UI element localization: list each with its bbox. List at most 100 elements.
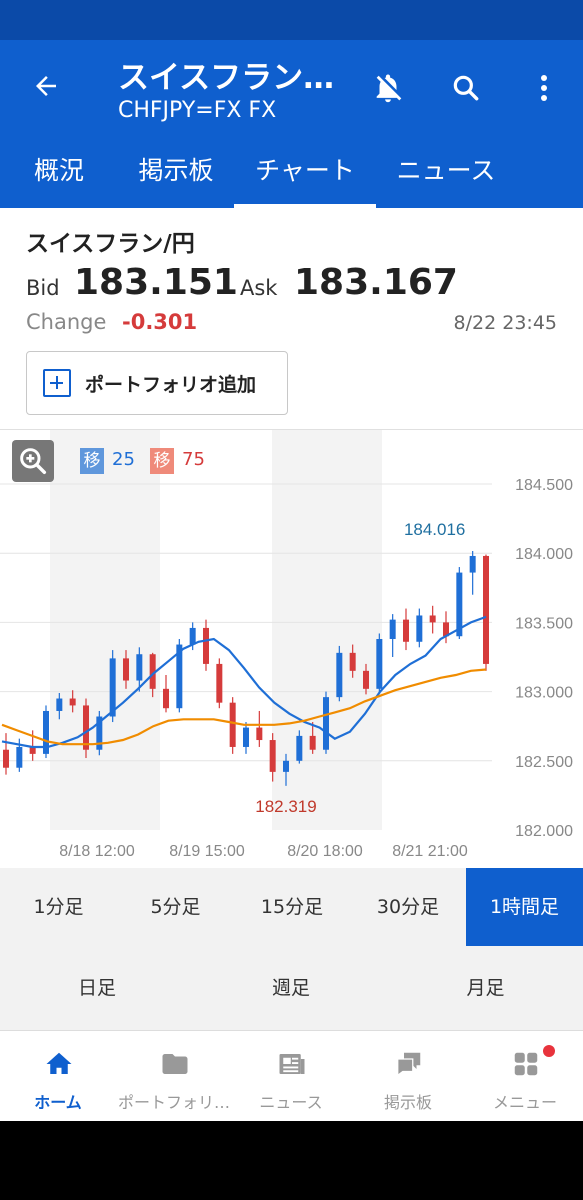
zoom-in-icon bbox=[20, 448, 47, 475]
nav-board-label: 掲示板 bbox=[383, 1093, 432, 1112]
tab-bar: 概況 掲示板 チャート ニュース bbox=[0, 140, 583, 208]
home-icon bbox=[46, 1052, 72, 1074]
candle-body bbox=[203, 627, 209, 664]
page-subtitle: CHFJPY=FX FX bbox=[118, 98, 277, 123]
candle-body bbox=[83, 705, 89, 750]
folder-icon bbox=[162, 1054, 188, 1074]
candle-body bbox=[429, 615, 436, 623]
timeframe-weekly[interactable]: 週足 bbox=[194, 946, 388, 1030]
x-tick-label: 8/18 12:00 bbox=[59, 843, 135, 860]
status-bar bbox=[0, 0, 583, 40]
candle-body bbox=[136, 654, 143, 681]
quote-timestamp: 8/22 23:45 bbox=[453, 312, 557, 334]
candle-body bbox=[123, 658, 129, 681]
news-icon bbox=[279, 1054, 305, 1074]
candle-body bbox=[269, 740, 276, 772]
candle-body bbox=[309, 735, 316, 750]
candle-body bbox=[376, 639, 383, 689]
x-tick-label: 8/21 21:00 bbox=[392, 843, 468, 860]
plus-box-icon bbox=[43, 369, 71, 397]
candle-body bbox=[323, 697, 329, 750]
back-button[interactable] bbox=[22, 62, 70, 110]
candle-body bbox=[403, 619, 409, 642]
timeframe-30min[interactable]: 30分足 bbox=[350, 868, 466, 946]
add-portfolio-label: ポートフォリオ追加 bbox=[85, 373, 257, 396]
price-chart[interactable]: 184.500 184.000 183.500 183.000 182.500 182.0… bbox=[0, 430, 583, 868]
ma-badge-25: 移 bbox=[80, 448, 104, 474]
ask-value: 183.167 bbox=[294, 262, 458, 303]
timeframe-15min[interactable]: 15分足 bbox=[234, 868, 350, 946]
nav-board[interactable]: 掲示板 bbox=[350, 1031, 466, 1122]
chart-svg: 184.500 184.000 183.500 183.000 182.500 182.0… bbox=[0, 430, 573, 860]
candle-body bbox=[416, 615, 423, 642]
search-button[interactable] bbox=[440, 62, 492, 114]
candle-body bbox=[163, 688, 169, 709]
candle-body bbox=[189, 627, 196, 645]
bid-label: Bid bbox=[26, 276, 60, 300]
system-nav-area bbox=[0, 1121, 583, 1200]
nav-menu[interactable]: メニュー bbox=[467, 1031, 583, 1122]
timeframe-5min[interactable]: 5分足 bbox=[117, 868, 234, 946]
tab-board[interactable]: 掲示板 bbox=[118, 140, 234, 208]
x-tick-label: 8/20 18:00 bbox=[287, 843, 363, 860]
notification-off-button[interactable] bbox=[362, 62, 414, 114]
candle-body bbox=[349, 652, 356, 671]
notification-dot bbox=[543, 1045, 555, 1057]
candle-body bbox=[69, 698, 76, 706]
candle-body bbox=[283, 760, 289, 772]
tab-chart[interactable]: チャート bbox=[234, 140, 376, 208]
candle-body bbox=[56, 698, 63, 711]
currency-pair-name: スイスフラン/円 bbox=[26, 231, 195, 257]
candle-body bbox=[256, 727, 263, 741]
x-tick-label: 8/19 15:00 bbox=[169, 843, 245, 860]
add-portfolio-button[interactable]: ポートフォリオ追加 bbox=[26, 351, 288, 415]
candle-body bbox=[243, 727, 249, 747]
timeframe-selector: 1分足 5分足 15分足 30分足 1時間足 bbox=[0, 868, 583, 946]
nav-news-label: ニュース bbox=[259, 1093, 323, 1112]
y-tick-label: 184.500 bbox=[515, 477, 573, 494]
tab-overview[interactable]: 概況 bbox=[0, 140, 118, 208]
y-tick-label: 182.500 bbox=[515, 754, 573, 771]
nav-news[interactable]: ニュース bbox=[233, 1031, 349, 1122]
nav-menu-label: メニュー bbox=[492, 1093, 557, 1112]
more-vert-icon bbox=[541, 75, 547, 101]
candle-body bbox=[3, 749, 9, 768]
more-options-button[interactable] bbox=[520, 62, 568, 114]
y-tick-label: 183.500 bbox=[515, 615, 573, 632]
low-price-label: 182.319 bbox=[255, 797, 316, 816]
ma-period-25: 25 bbox=[112, 449, 135, 470]
y-tick-label: 184.000 bbox=[515, 546, 573, 563]
tab-news[interactable]: ニュース bbox=[376, 140, 516, 208]
page-title: スイスフラン… bbox=[118, 60, 335, 96]
chat-icon bbox=[397, 1052, 421, 1077]
ma-badge-75: 移 bbox=[150, 448, 174, 474]
nav-home[interactable]: ホーム bbox=[0, 1031, 116, 1122]
nav-portfolio-label: ポートフォリ… bbox=[117, 1093, 230, 1112]
change-label: Change bbox=[26, 310, 107, 334]
nav-portfolio[interactable]: ポートフォリ… bbox=[116, 1031, 232, 1122]
timeframe-selector-long: 日足 週足 月足 bbox=[0, 946, 583, 1030]
timeframe-monthly[interactable]: 月足 bbox=[388, 946, 583, 1030]
back-arrow-icon bbox=[36, 76, 56, 96]
chart-day-band bbox=[50, 430, 160, 830]
y-tick-label: 183.000 bbox=[515, 685, 573, 702]
candle-body bbox=[469, 555, 476, 573]
candle-body bbox=[483, 555, 489, 664]
candle-body bbox=[296, 735, 303, 761]
candle-body bbox=[336, 652, 343, 698]
change-value: -0.301 bbox=[122, 310, 198, 334]
timeframe-1hour[interactable]: 1時間足 bbox=[466, 868, 583, 946]
nav-home-label: ホーム bbox=[34, 1093, 82, 1112]
menu-grid-icon bbox=[514, 1052, 538, 1076]
app-bar: スイスフラン… CHFJPY=FX FX 概況 掲示板 チャート ニュース bbox=[0, 40, 583, 208]
zoom-button[interactable] bbox=[12, 440, 54, 482]
y-tick-label: 182.000 bbox=[515, 823, 573, 840]
high-price-label: 184.016 bbox=[404, 520, 465, 539]
main-content: スイスフラン/円 Bid 183.151 Ask 183.167 Change … bbox=[0, 208, 583, 1121]
candle-body bbox=[229, 702, 236, 747]
candle-body bbox=[216, 663, 223, 703]
candle-body bbox=[16, 746, 23, 768]
timeframe-daily[interactable]: 日足 bbox=[0, 946, 194, 1030]
timeframe-1min[interactable]: 1分足 bbox=[0, 868, 117, 946]
candle-body bbox=[363, 670, 369, 689]
